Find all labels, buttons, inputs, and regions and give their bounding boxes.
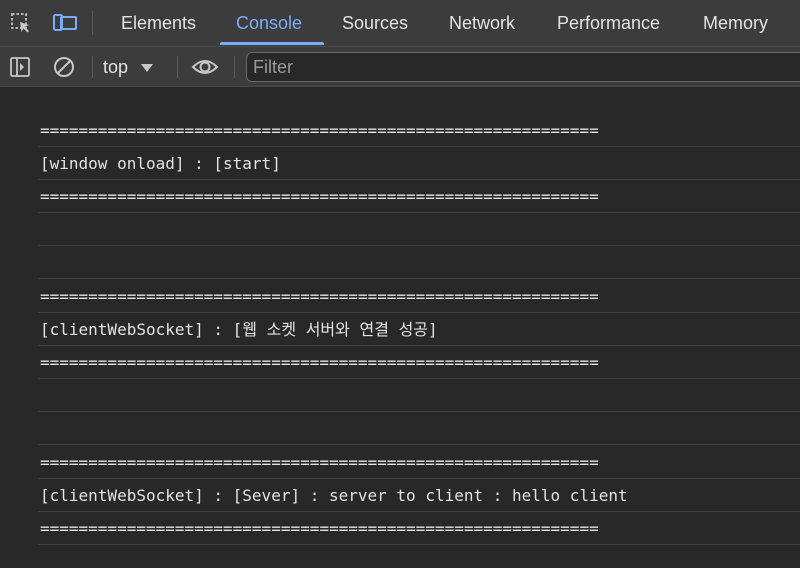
console-message: ========================================… [38,512,800,545]
context-selector[interactable]: top [103,53,154,81]
filter-input[interactable] [246,52,800,82]
tab-divider [92,11,93,35]
context-selector-label: top [103,57,129,77]
live-expression-eye-icon[interactable] [191,53,219,81]
tab-memory[interactable]: Memory [703,0,768,46]
toolbar-divider [234,56,235,78]
sidebar-toggle-icon[interactable] [6,53,34,81]
console-message: ========================================… [38,180,800,213]
tab-sources[interactable]: Sources [342,0,408,46]
console-toolbar: top [0,47,800,87]
tab-elements[interactable]: Elements [121,0,196,46]
clear-console-icon[interactable] [50,53,78,81]
console-message: [clientWebSocket] : [Sever] : server to … [38,479,800,512]
dropdown-arrow-icon [140,53,154,81]
console-message [38,246,800,279]
device-toolbar-icon[interactable] [52,10,78,36]
console-message: ========================================… [38,114,800,147]
tab-console[interactable]: Console [236,0,302,46]
inspect-element-icon[interactable] [8,10,34,36]
toolbar-divider [92,56,93,78]
devtools-tab-bar: Elements Console Sources Network Perform… [0,0,800,47]
tab-network[interactable]: Network [449,0,515,46]
tab-performance[interactable]: Performance [557,0,660,46]
console-message: ========================================… [38,346,800,379]
console-message: ========================================… [38,280,800,313]
console-message: [window onload] : [start] [38,147,800,180]
console-message [38,412,800,445]
active-tab-indicator [220,42,324,45]
toolbar-divider [177,56,178,78]
console-output: ========================================… [0,88,800,568]
console-message [38,213,800,246]
console-message: ========================================… [38,446,800,479]
console-message: [clientWebSocket] : [웹 소켓 서버와 연결 성공] [38,313,800,346]
console-message [38,379,800,412]
